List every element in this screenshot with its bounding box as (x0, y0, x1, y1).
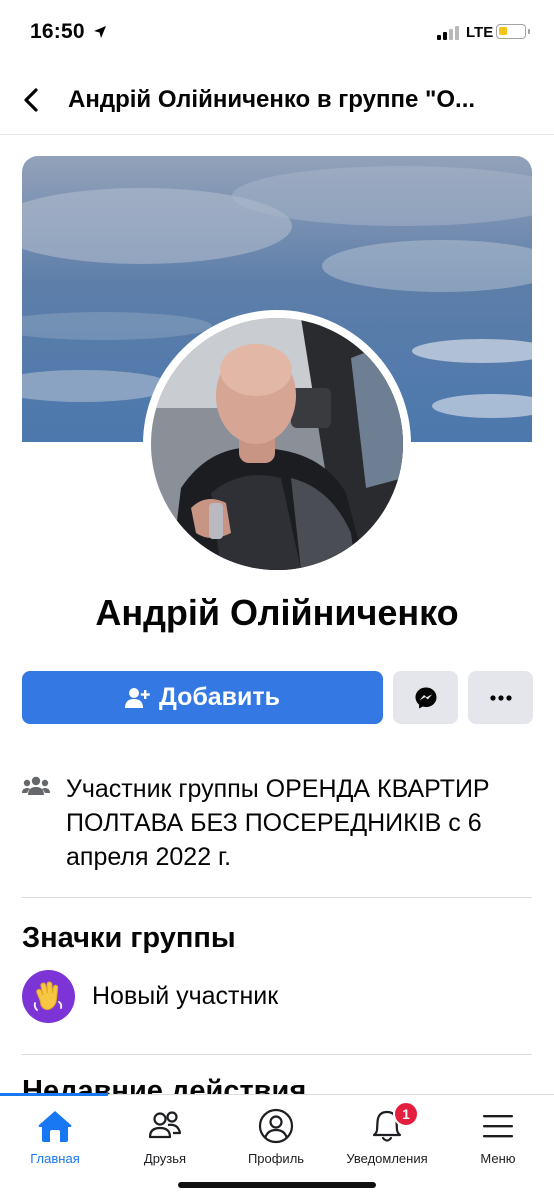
network-label: LTE (466, 24, 494, 41)
messenger-icon (415, 687, 436, 708)
divider (22, 1054, 532, 1055)
tab-home-label: Главная (30, 1151, 80, 1166)
group-members-icon (22, 776, 50, 795)
add-friend-label: Добавить (158, 683, 281, 711)
status-time: 16:50 (30, 20, 85, 43)
battery-icon (496, 24, 530, 39)
notification-count-badge: 1 (393, 1101, 419, 1127)
recent-activity-title: Недавние действия (22, 1075, 307, 1095)
friends-icon (148, 1111, 182, 1139)
tab-menu[interactable]: Меню (443, 1095, 553, 1175)
tab-notifications[interactable]: Уведомления (332, 1095, 442, 1175)
home-indicator[interactable] (178, 1182, 376, 1188)
membership-text: Участник группы ОРЕНДА КВАРТИР ПОЛТАВА Б… (66, 772, 536, 874)
status-bar: 16:50 LTE (0, 0, 554, 64)
profile-name: Андрій Олійниченко (95, 592, 459, 633)
membership-prefix: Участник группы (66, 775, 266, 803)
profile-icon (258, 1108, 294, 1144)
page-title: Андрій Олійниченко в группе "О... (68, 86, 476, 113)
avatar[interactable] (151, 318, 403, 570)
more-options-button[interactable] (468, 671, 533, 724)
messenger-button[interactable] (393, 671, 458, 724)
waving-hand-icon (33, 980, 62, 1011)
add-friend-icon (124, 687, 150, 708)
menu-icon (483, 1115, 513, 1138)
badge-label: Новый участник (92, 982, 279, 1010)
signal-icon (437, 26, 459, 40)
divider (22, 897, 532, 898)
home-icon (38, 1111, 72, 1142)
badges-section-title: Значки группы (22, 922, 236, 954)
tab-home[interactable]: Главная (0, 1095, 110, 1175)
tab-profile[interactable]: Профиль (221, 1095, 331, 1175)
nav-bar: Андрій Олійниченко в группе "О... (0, 64, 554, 135)
tab-friends[interactable]: Друзья (110, 1095, 220, 1175)
tab-friends-label: Друзья (143, 1151, 187, 1166)
more-dots-icon (489, 694, 512, 701)
back-icon[interactable] (16, 85, 46, 115)
location-arrow-icon (94, 26, 106, 38)
tab-profile-label: Профиль (247, 1151, 305, 1166)
tab-notifications-label: Уведомления (346, 1151, 428, 1166)
new-member-badge[interactable] (22, 970, 75, 1023)
add-friend-button[interactable]: Добавить (22, 671, 383, 724)
tab-menu-label: Меню (480, 1151, 516, 1166)
avatar-ring (143, 310, 411, 578)
